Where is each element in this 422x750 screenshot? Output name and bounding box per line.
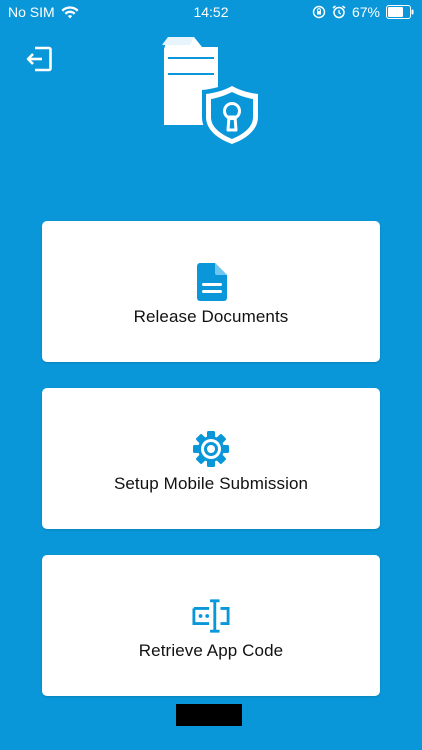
retrieve-app-code-button[interactable]: Retrieve App Code [42,555,380,696]
orientation-lock-icon [312,5,326,19]
status-bar: No SIM 14:52 67% [0,0,422,24]
battery-percent: 67% [351,4,380,20]
home-indicator [176,704,242,726]
document-icon [192,263,230,301]
exit-icon [25,45,53,78]
printer-shield-lock-icon [160,33,264,151]
retrieve-app-code-label: Retrieve App Code [138,641,284,660]
release-documents-label: Release Documents [133,307,289,326]
setup-mobile-submission-label: Setup Mobile Submission [113,474,309,493]
setup-mobile-submission-button[interactable]: Setup Mobile Submission [42,388,380,529]
battery-icon [386,5,414,19]
status-right: 67% [312,4,414,20]
exit-button[interactable] [24,46,54,76]
alarm-icon [332,5,346,19]
gear-icon [192,430,230,468]
text-cursor-code-icon [192,597,230,635]
release-documents-button[interactable]: Release Documents [42,221,380,362]
